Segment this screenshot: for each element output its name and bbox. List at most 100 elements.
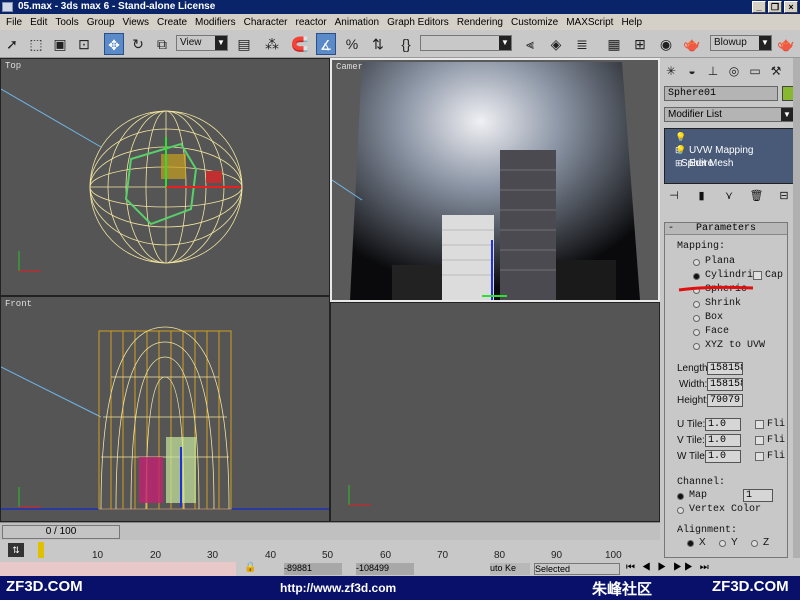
menu-modifiers[interactable]: Modifiers [191, 17, 240, 28]
rotate-icon[interactable]: ↻ [128, 33, 148, 55]
window-crossing-icon[interactable]: ⊡ [74, 33, 94, 55]
wtile-spinner[interactable]: 1.0 [705, 450, 741, 463]
playback-controls-icon[interactable]: ⏮ ◀ ▶ ▶▶ ⏭ [626, 562, 711, 573]
show-end-result-icon[interactable]: ▮ [692, 188, 712, 204]
menu-graph-editors[interactable]: Graph Editors [383, 17, 453, 28]
maxscript-listener[interactable] [0, 562, 236, 576]
option-shrink[interactable]: Shrink [705, 298, 741, 309]
select-icon[interactable]: ➚ [2, 33, 22, 55]
option-box[interactable]: Box [705, 312, 723, 323]
menu-rendering[interactable]: Rendering [453, 17, 507, 28]
width-spinner[interactable]: 158158 [707, 378, 743, 391]
reference-coord-dropdown[interactable]: View ▼ [176, 35, 228, 51]
modifier-list-dropdown[interactable]: Modifier List ▼ [664, 107, 794, 122]
menu-animation[interactable]: Animation [331, 17, 383, 28]
viewport-top[interactable]: Top [0, 58, 330, 296]
modify-tab-icon[interactable]: ◒ [683, 62, 701, 80]
radio-face[interactable] [693, 329, 700, 336]
restore-button[interactable]: ❐ [768, 1, 782, 13]
select-by-name-icon[interactable]: ⬚ [26, 33, 46, 55]
rollout-header[interactable]: - Parameters [665, 223, 787, 235]
align-icon[interactable]: ◈ [546, 33, 566, 55]
make-unique-icon[interactable]: ⋎ [719, 188, 739, 204]
radio-box[interactable] [693, 315, 700, 322]
schematic-icon[interactable]: ⊞ [630, 33, 650, 55]
menu-help[interactable]: Help [617, 17, 646, 28]
render-type-dropdown[interactable]: Blowup ▼ [710, 35, 772, 51]
remove-modifier-icon[interactable]: 🗑 [747, 188, 767, 204]
configure-sets-icon[interactable]: ⊟ [774, 188, 794, 204]
scale-icon[interactable]: ⧉ [152, 33, 172, 55]
map-channel-spinner[interactable]: 1 [743, 489, 773, 502]
command-panel-scrollbar[interactable] [793, 58, 800, 558]
named-selection-icon[interactable]: {} [396, 33, 416, 55]
menu-group[interactable]: Group [83, 17, 119, 28]
move-icon[interactable]: ✥ [104, 33, 124, 55]
close-button[interactable]: × [784, 1, 798, 13]
radio-shrink[interactable] [693, 301, 700, 308]
y-coordinate-field[interactable]: -108499 [356, 563, 414, 575]
option-cylindrical[interactable]: Cylindri [705, 270, 753, 281]
vtile-spinner[interactable]: 1.0 [705, 434, 741, 447]
mirror-icon[interactable]: ⫷ [520, 33, 540, 55]
u-flip-checkbox[interactable] [755, 420, 764, 429]
w-flip-checkbox[interactable] [755, 452, 764, 461]
angle-snap-icon[interactable]: ∡ [316, 33, 336, 55]
menu-tools[interactable]: Tools [51, 17, 82, 28]
motion-tab-icon[interactable]: ◎ [725, 62, 743, 80]
utilities-tab-icon[interactable]: ⚒ [767, 62, 785, 80]
menu-character[interactable]: Character [240, 17, 292, 28]
option-face[interactable]: Face [705, 326, 729, 337]
radio-align-z[interactable] [751, 540, 758, 547]
radio-planar[interactable] [693, 259, 700, 266]
axis-constraint-icon[interactable]: ⁂ [262, 33, 282, 55]
minimize-button[interactable]: _ [752, 1, 766, 13]
height-spinner[interactable]: 79079. [707, 394, 743, 407]
utile-spinner[interactable]: 1.0 [705, 418, 741, 431]
quick-render-icon[interactable]: 🫖 [776, 33, 796, 55]
radio-xyz-to-uvw[interactable] [693, 343, 700, 350]
spinner-snap-icon[interactable]: ⇅ [368, 33, 388, 55]
x-coordinate-field[interactable]: -89881 [284, 563, 342, 575]
radio-cylindrical[interactable] [693, 273, 700, 280]
length-spinner[interactable]: 158158 [707, 362, 743, 375]
menu-views[interactable]: Views [119, 17, 154, 28]
percent-snap-icon[interactable]: % [342, 33, 362, 55]
auto-key-button[interactable]: uto Ke [490, 563, 530, 575]
v-flip-checkbox[interactable] [755, 436, 764, 445]
viewport-front[interactable]: Front [0, 296, 330, 522]
key-filter-dropdown[interactable]: Selected [534, 563, 620, 575]
pin-stack-icon[interactable]: ⊣ [664, 188, 684, 204]
hierarchy-tab-icon[interactable]: ⊥ [704, 62, 722, 80]
object-name-field[interactable]: Sphere01 [664, 86, 778, 101]
viewport-camera[interactable]: Camera01 [330, 58, 660, 302]
display-tab-icon[interactable]: ▭ [746, 62, 764, 80]
radio-align-x[interactable] [687, 540, 694, 547]
curve-editor-icon[interactable]: ▦ [604, 33, 624, 55]
radio-map-channel[interactable] [677, 493, 684, 500]
lock-icon[interactable]: 🔒 [244, 562, 256, 573]
stack-item-uvw[interactable]: 💡⊞ UVW Mapping [665, 131, 793, 156]
track-bar-toggle-icon[interactable]: ⇅ [8, 543, 24, 557]
cap-checkbox[interactable] [753, 271, 762, 280]
create-tab-icon[interactable]: ✳ [662, 62, 680, 80]
material-editor-icon[interactable]: ◉ [656, 33, 676, 55]
option-planar[interactable]: Plana [705, 256, 735, 267]
option-xyz-to-uvw[interactable]: XYZ to UVW [705, 340, 765, 351]
render-scene-icon[interactable]: 🫖 [682, 33, 702, 55]
named-selection-dropdown[interactable]: ▼ [420, 35, 512, 51]
menu-create[interactable]: Create [153, 17, 191, 28]
track-bar[interactable]: ⇅ 10 20 30 40 50 60 70 80 90 100 [0, 540, 660, 562]
menu-file[interactable]: File [2, 17, 26, 28]
pivot-icon[interactable]: ▤ [234, 33, 254, 55]
menu-reactor[interactable]: reactor [292, 17, 331, 28]
snap-icon[interactable]: 🧲 [290, 33, 310, 55]
select-region-icon[interactable]: ▣ [50, 33, 70, 55]
radio-align-y[interactable] [719, 540, 726, 547]
radio-vertex-color[interactable] [677, 507, 684, 514]
stack-item-editmesh[interactable]: 💡⊞ Edit Mesh [665, 144, 793, 169]
menu-customize[interactable]: Customize [507, 17, 562, 28]
layer-icon[interactable]: ≣ [572, 33, 592, 55]
time-slider[interactable]: 0 / 100 [2, 525, 120, 539]
time-marker[interactable] [38, 542, 44, 558]
